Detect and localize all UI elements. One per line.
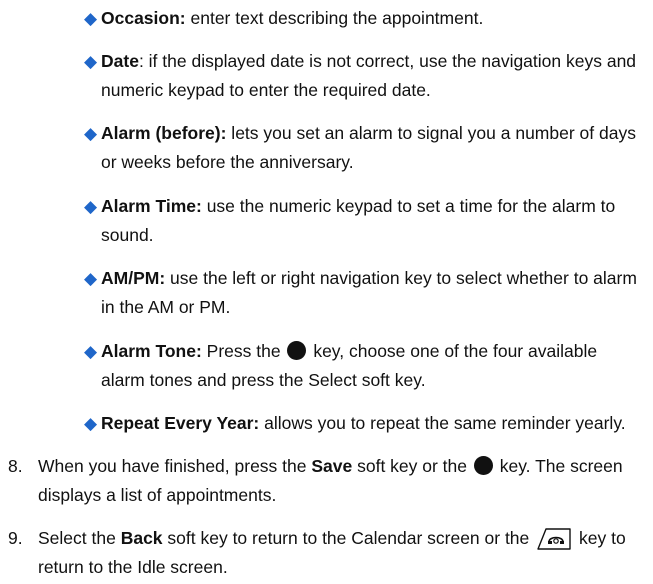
end-key-icon — [537, 528, 571, 550]
list-item-date: ◆ Date: if the displayed date is not cor… — [84, 47, 641, 105]
step-text-part: Select the — [38, 528, 121, 548]
item-text: : if the displayed date is not correct, … — [101, 51, 637, 100]
save-softkey-label: Save — [311, 456, 353, 476]
list-item-alarm-tone: ◆ Alarm Tone: Press the key, choose one … — [84, 337, 641, 395]
list-item-alarm-time: ◆ Alarm Time: use the numeric keypad to … — [84, 192, 641, 250]
diamond-bullet-icon: ◆ — [84, 9, 98, 28]
item-label: Alarm (before): — [101, 123, 227, 143]
diamond-bullet-icon: ◆ — [84, 52, 98, 71]
step-text-part: soft key to return to the Calendar scree… — [162, 528, 535, 548]
diamond-bullet-icon: ◆ — [84, 197, 98, 216]
item-label: Date — [101, 51, 139, 71]
round-key-icon — [473, 456, 493, 475]
round-key-icon — [287, 341, 307, 360]
list-item-am-pm: ◆ AM/PM: use the left or right navigatio… — [84, 264, 641, 322]
step-text-part: soft key or the — [352, 456, 472, 476]
list-item-occasion: ◆ Occasion: enter text describing the ap… — [84, 4, 641, 33]
item-label: Alarm Tone: — [101, 341, 202, 361]
list-item-repeat-every-year: ◆ Repeat Every Year: allows you to repea… — [84, 409, 641, 438]
step-text: When you have finished, press the Save s… — [38, 452, 643, 510]
diamond-bullet-icon: ◆ — [84, 124, 98, 143]
item-label: Occasion: — [101, 8, 186, 28]
item-text: enter text describing the appointment. — [185, 8, 484, 28]
step-number: 8. — [8, 456, 23, 476]
step-number: 9. — [8, 528, 23, 548]
item-label: AM/PM: — [101, 268, 166, 288]
step-text: Select the Back soft key to return to th… — [38, 524, 643, 582]
item-text: use the left or right navigation key to … — [101, 268, 637, 317]
item-label: Repeat Every Year: — [101, 413, 260, 433]
back-softkey-label: Back — [120, 528, 163, 548]
item-text: allows you to repeat the same reminder y… — [259, 413, 626, 433]
diamond-bullet-icon: ◆ — [84, 342, 98, 361]
manual-page: ◆ Occasion: enter text describing the ap… — [0, 0, 653, 584]
item-text: Press the — [201, 341, 286, 361]
diamond-bullet-icon: ◆ — [84, 414, 98, 433]
list-item-alarm-before: ◆ Alarm (before): lets you set an alarm … — [84, 119, 641, 177]
item-label: Alarm Time: — [101, 196, 202, 216]
step-text-part: When you have finished, press the — [38, 456, 312, 476]
diamond-bullet-icon: ◆ — [84, 269, 98, 288]
